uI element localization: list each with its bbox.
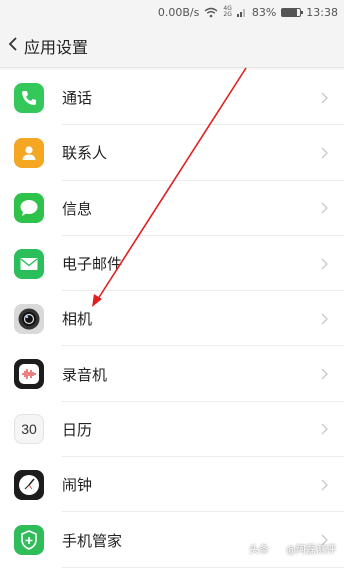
- back-button[interactable]: 应用设置: [0, 34, 88, 58]
- shield-icon: [14, 525, 44, 556]
- page-title: 应用设置: [24, 37, 89, 57]
- list-item-phone[interactable]: 通话: [0, 70, 344, 126]
- network-type-bottom: 2G: [223, 11, 232, 18]
- calendar-icon: 30: [14, 414, 44, 445]
- list-item-messages[interactable]: 信息: [0, 181, 344, 237]
- chevron-right-icon: [321, 147, 328, 159]
- chevron-left-icon: [8, 36, 20, 55]
- battery-percent: 83%: [251, 5, 277, 19]
- watermark-handle: @阿磊测评: [286, 545, 336, 556]
- item-label: 联系人: [62, 144, 108, 163]
- chevron-right-icon: [321, 423, 328, 435]
- clock-icon: [14, 469, 44, 500]
- watermark-prefix: 头条: [249, 545, 269, 556]
- camera-icon: [14, 303, 44, 334]
- contacts-icon: [14, 137, 44, 168]
- item-label: 通话: [62, 89, 93, 108]
- item-label: 日历: [62, 420, 93, 439]
- recorder-icon: [14, 359, 44, 390]
- network-speed: 0.00B/s: [157, 5, 200, 19]
- chevron-right-icon: [321, 92, 328, 104]
- list-item-contacts[interactable]: 联系人: [0, 125, 344, 181]
- network-type: 4G 2G: [223, 6, 231, 18]
- item-label: 电子邮件: [62, 255, 123, 274]
- chevron-right-icon: [321, 368, 328, 380]
- chevron-right-icon: [321, 479, 328, 491]
- battery-level: [282, 8, 298, 16]
- list-item-email[interactable]: 电子邮件: [0, 236, 344, 292]
- list-item-camera[interactable]: 相机: [0, 291, 344, 347]
- message-icon: [14, 193, 44, 224]
- header: 应用设置: [0, 24, 344, 68]
- mail-icon: [14, 248, 44, 279]
- app-list: 通话 联系人 信息 电子邮件 相机 录音机 30 日历 闹钟 手机管家: [0, 70, 344, 568]
- chevron-right-icon: [321, 202, 328, 214]
- chevron-right-icon: [321, 258, 328, 270]
- item-label: 录音机: [62, 365, 108, 384]
- watermark-logo-icon: [272, 542, 284, 555]
- item-label: 闹钟: [62, 476, 93, 495]
- list-item-recorder[interactable]: 录音机: [0, 346, 344, 403]
- item-label: 信息: [62, 199, 93, 218]
- list-item-calendar[interactable]: 30 日历: [0, 402, 344, 458]
- list-item-alarm[interactable]: 闹钟: [0, 457, 344, 513]
- status-bar: 0.00B/s 4G 2G 83% 13:38: [0, 0, 344, 24]
- signal-icon: [236, 7, 247, 17]
- chevron-right-icon: [321, 313, 328, 325]
- calendar-icon-text: 30: [21, 421, 37, 438]
- clock-time: 13:38: [306, 5, 338, 19]
- wifi-icon: [204, 7, 218, 18]
- phone-icon: [14, 82, 44, 113]
- item-label: 相机: [62, 310, 93, 329]
- battery-icon: [281, 7, 304, 17]
- watermark: 头条 @阿磊测评: [249, 541, 336, 556]
